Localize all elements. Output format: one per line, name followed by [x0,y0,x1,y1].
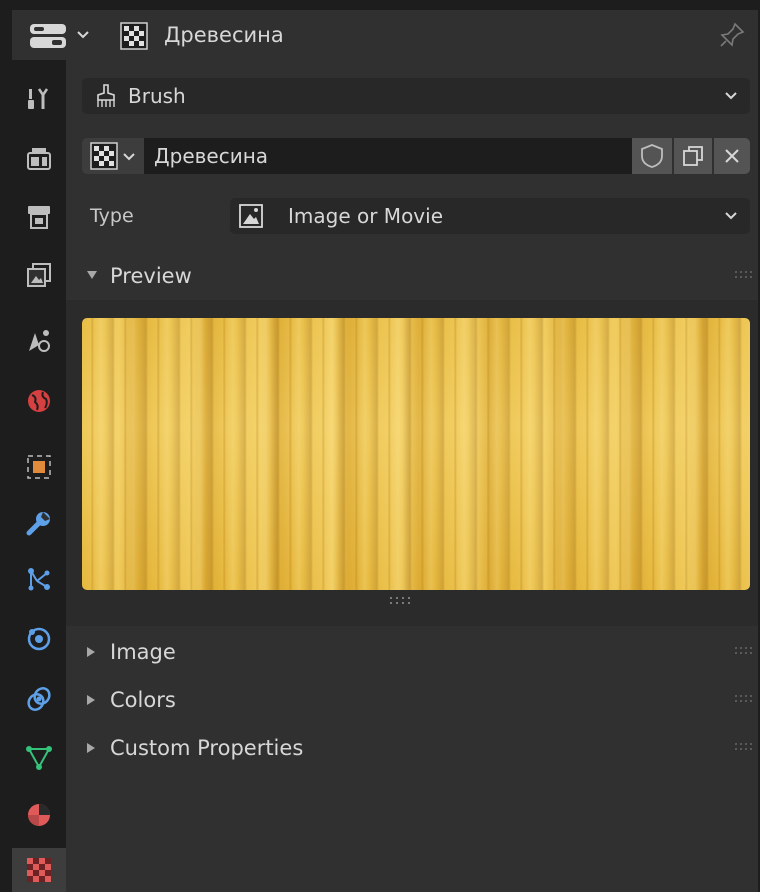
particles-icon [28,568,50,591]
output-icon [28,206,50,229]
panel-title-preview: Preview [110,264,192,288]
header-texture-name: Древесина [164,23,284,47]
fake-user-button[interactable] [632,138,672,174]
tab-world[interactable] [12,374,66,428]
type-label: Type [90,205,134,227]
scene-icon [29,330,50,352]
tab-render[interactable] [12,132,66,186]
tab-tool[interactable] [12,72,66,126]
properties-editor: Древесина Brush Древесина Type Image or … [0,0,760,892]
properties-editor-icon [30,24,66,48]
disclosure-collapsed-icon [87,647,95,657]
drag-grip-icon[interactable] [734,270,754,280]
preview-resize-grip[interactable] [386,596,416,606]
constraints-icon [27,687,51,711]
panel-header-custom-properties[interactable]: Custom Properties [66,728,758,768]
tab-scene[interactable] [12,314,66,368]
unlink-texture-button[interactable] [714,138,750,174]
brush-icon [97,84,115,107]
texture-checker-icon [90,142,118,170]
pin-icon[interactable] [718,21,746,49]
drag-grip-icon[interactable] [734,646,754,656]
render-icon [27,148,51,170]
texture-preview-image [82,318,750,590]
drag-grip-icon[interactable] [734,694,754,704]
panel-title-custom-properties: Custom Properties [110,736,304,760]
physics-icon [27,627,51,651]
chevron-down-icon [77,31,89,39]
tab-particles[interactable] [12,552,66,606]
chevron-down-icon [123,153,135,161]
texture-type-dropdown[interactable]: Image or Movie [230,198,750,234]
shield-icon [641,144,663,168]
tab-material[interactable] [12,788,66,842]
disclosure-expanded-icon [87,271,97,279]
disclosure-collapsed-icon [87,743,95,753]
wrench-icon [26,512,50,536]
properties-header: Древесина [12,10,758,60]
properties-main: Brush Древесина Type Image or Movie Prev… [66,60,758,892]
tab-view-layer[interactable] [12,248,66,302]
disclosure-collapsed-icon [87,695,95,705]
context-value: Brush [128,84,186,108]
chevron-down-icon [725,92,737,100]
world-icon [28,390,50,412]
object-icon [27,455,51,479]
properties-tabs [12,60,66,892]
texture-checker-icon [120,22,148,50]
mesh-data-icon [26,746,52,770]
panel-header-preview[interactable]: Preview [66,256,758,296]
tab-texture[interactable] [12,848,66,892]
editor-type-button[interactable] [28,22,118,50]
texture-icon [27,858,51,882]
preview-panel-body [66,300,758,626]
chevron-down-icon [725,212,737,220]
tab-data[interactable] [12,730,66,784]
tool-icon [28,88,49,109]
close-icon [725,149,739,163]
texture-name-value: Древесина [154,144,269,168]
texture-context-dropdown[interactable]: Brush [82,78,750,114]
material-icon [28,804,50,826]
tab-constraints[interactable] [12,672,66,726]
duplicate-texture-button[interactable] [674,138,712,174]
tab-modifiers[interactable] [12,496,66,550]
panel-title-colors: Colors [110,688,176,712]
texture-type-value: Image or Movie [288,204,443,228]
tab-object[interactable] [12,440,66,494]
panel-title-image: Image [110,640,176,664]
view-layer-icon [27,263,51,287]
panel-header-colors[interactable]: Colors [66,680,758,720]
image-icon [239,204,263,228]
tab-physics[interactable] [12,612,66,666]
texture-name-field[interactable]: Древесина [144,138,632,174]
texture-id-block: Древесина [82,138,750,174]
tab-output[interactable] [12,190,66,244]
panel-header-image[interactable]: Image [66,632,758,672]
duplicate-icon [683,146,703,166]
drag-grip-icon[interactable] [734,742,754,752]
browse-texture-button[interactable] [82,138,144,174]
